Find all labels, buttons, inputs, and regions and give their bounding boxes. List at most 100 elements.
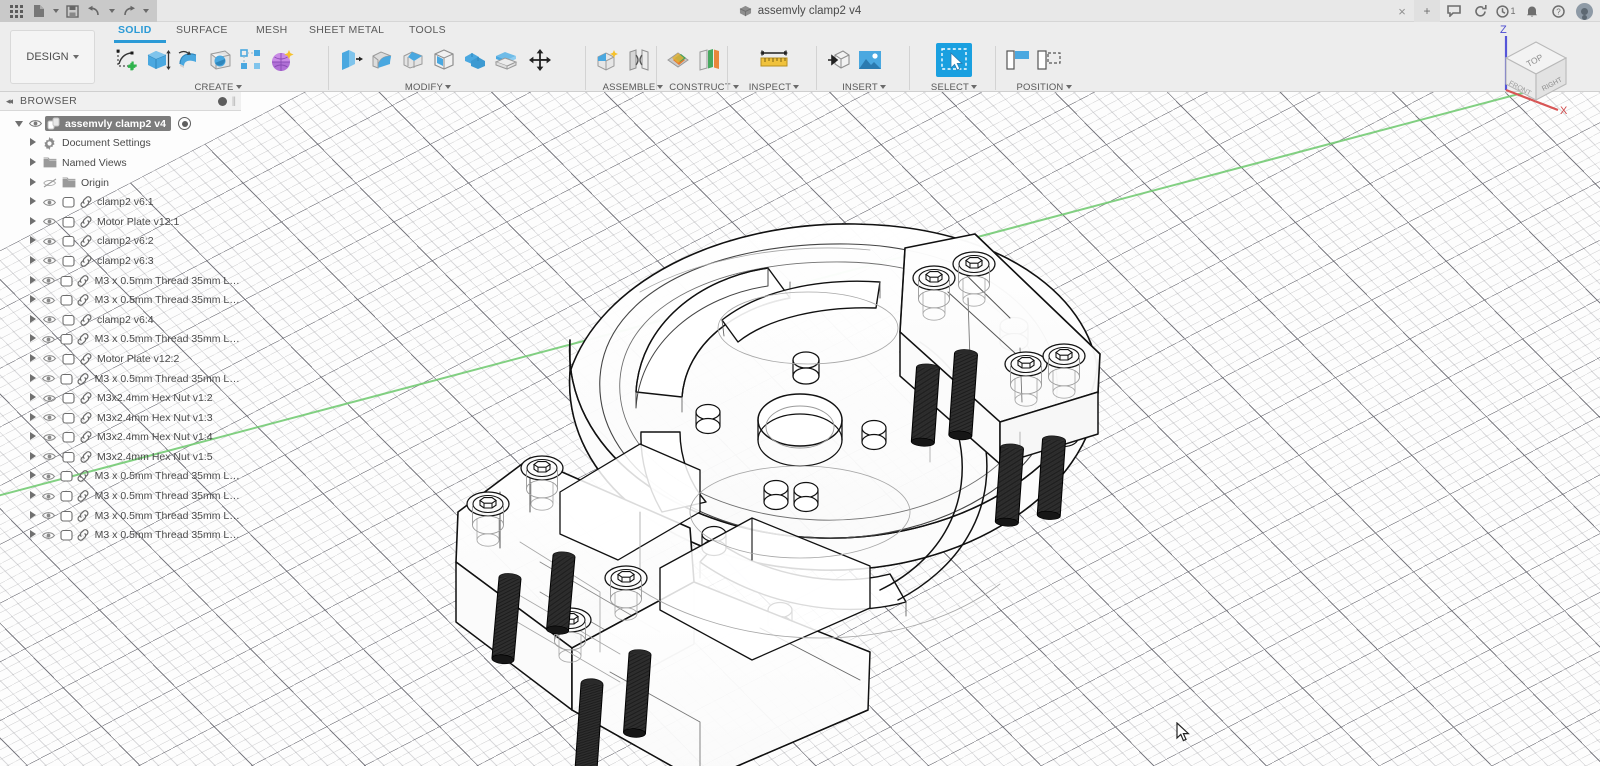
visibility-eye-icon[interactable] — [40, 354, 59, 363]
visibility-eye-icon[interactable] — [40, 335, 58, 344]
form-icon[interactable] — [267, 43, 297, 77]
expand-arrow-icon[interactable] — [26, 158, 40, 168]
expand-arrow-icon[interactable] — [26, 374, 40, 384]
tree-item-12[interactable]: M3 x 0.5mm Thread 35mm LO... — [0, 369, 241, 389]
insert-derive-icon[interactable] — [824, 43, 854, 77]
visibility-eye-icon[interactable] — [40, 394, 59, 403]
group-label-modify[interactable]: MODIFY — [308, 82, 548, 93]
expand-arrow-icon[interactable] — [26, 256, 40, 266]
visibility-eye-off-icon[interactable] — [40, 178, 59, 188]
tab-mesh[interactable]: MESH — [256, 24, 288, 36]
group-label-position[interactable]: POSITION — [1003, 82, 1085, 93]
visibility-eye-icon[interactable] — [40, 256, 59, 265]
select-tool-icon[interactable] — [936, 43, 972, 77]
expand-arrow-icon[interactable] — [26, 138, 40, 148]
tree-item-8[interactable]: M3 x 0.5mm Thread 35mm LO... — [0, 290, 241, 310]
expand-arrow-icon[interactable] — [26, 471, 40, 481]
new-tab-icon[interactable]: + — [1414, 0, 1440, 22]
visibility-eye-icon[interactable] — [40, 217, 59, 226]
expand-arrow-icon[interactable] — [26, 530, 40, 540]
revolve-icon[interactable] — [174, 43, 204, 77]
tree-item-20[interactable]: M3 x 0.5mm Thread 35mm LO... — [0, 525, 241, 545]
joint-icon[interactable] — [624, 43, 654, 77]
tab-sheet-metal[interactable]: SHEET METAL — [309, 24, 384, 36]
expand-arrow-icon[interactable] — [12, 119, 26, 129]
pattern-icon[interactable] — [236, 43, 266, 77]
expand-arrow-icon[interactable] — [26, 217, 40, 227]
group-label-inspect[interactable]: INSPECT — [736, 82, 812, 93]
tab-tools[interactable]: TOOLS — [409, 24, 446, 36]
expand-arrow-icon[interactable] — [26, 197, 40, 207]
align-right-icon[interactable] — [1034, 43, 1064, 77]
close-icon[interactable]: × — [1392, 0, 1412, 22]
new-component-icon[interactable] — [593, 43, 623, 77]
tree-item-13[interactable]: M3x2.4mm Hex Nut v1:2 — [0, 388, 241, 408]
sweep-icon[interactable] — [205, 43, 235, 77]
tree-item-5[interactable]: clamp2 v6:2 — [0, 232, 241, 252]
panel-resize-grip[interactable]: || — [232, 96, 236, 107]
tab-surface[interactable]: SURFACE — [176, 24, 228, 36]
create-sketch-icon[interactable] — [112, 43, 142, 77]
expand-arrow-icon[interactable] — [26, 511, 40, 521]
move-copy-icon[interactable] — [522, 43, 558, 77]
visibility-eye-icon[interactable] — [40, 531, 58, 540]
measure-icon[interactable] — [756, 43, 792, 77]
expand-arrow-icon[interactable] — [26, 178, 40, 188]
tree-item-7[interactable]: M3 x 0.5mm Thread 35mm LO... — [0, 271, 241, 291]
visibility-eye-icon[interactable] — [40, 315, 59, 324]
offset-plane-icon[interactable] — [664, 43, 694, 77]
press-pull-icon[interactable] — [336, 43, 366, 77]
group-label-assemble[interactable]: ASSEMBLE — [593, 82, 673, 93]
visibility-eye-icon[interactable] — [40, 296, 58, 305]
visibility-eye-icon[interactable] — [40, 413, 59, 422]
tree-item-9[interactable]: clamp2 v6:4 — [0, 310, 241, 330]
expand-arrow-icon[interactable] — [26, 295, 40, 305]
expand-arrow-icon[interactable] — [26, 432, 40, 442]
visibility-eye-icon[interactable] — [40, 452, 59, 461]
visibility-eye-icon[interactable] — [40, 472, 58, 481]
visibility-eye-icon[interactable] — [40, 374, 58, 383]
expand-arrow-icon[interactable] — [26, 315, 40, 325]
tree-item-0[interactable]: Document Settings — [0, 134, 241, 154]
expand-arrow-icon[interactable] — [26, 393, 40, 403]
expand-arrow-icon[interactable] — [26, 334, 40, 344]
fillet-icon[interactable] — [367, 43, 397, 77]
tree-item-16[interactable]: M3x2.4mm Hex Nut v1:5 — [0, 447, 241, 467]
extrude-icon[interactable] — [143, 43, 173, 77]
expand-arrow-icon[interactable] — [26, 236, 40, 246]
visibility-eye-icon[interactable] — [40, 237, 59, 246]
tree-root-row[interactable]: assemvly clamp2 v4 — [0, 114, 241, 134]
insert-image-icon[interactable] — [855, 43, 885, 77]
visibility-eye-icon[interactable] — [40, 511, 58, 520]
visibility-eye-icon[interactable] — [40, 276, 58, 285]
activate-component-radio[interactable] — [178, 117, 191, 131]
expand-arrow-icon[interactable] — [26, 354, 40, 364]
chamfer-icon[interactable] — [398, 43, 428, 77]
tree-item-6[interactable]: clamp2 v6:3 — [0, 251, 241, 271]
tree-item-10[interactable]: M3 x 0.5mm Thread 35mm LO... — [0, 330, 241, 350]
group-label-construct[interactable]: CONSTRUCT — [664, 82, 744, 93]
visibility-eye-icon[interactable] — [40, 492, 58, 501]
tab-solid[interactable]: SOLID — [118, 24, 152, 36]
group-label-insert[interactable]: INSERT — [824, 82, 904, 93]
tree-item-17[interactable]: M3 x 0.5mm Thread 35mm LO... — [0, 467, 241, 487]
visibility-eye-icon[interactable] — [26, 119, 45, 128]
tree-item-1[interactable]: Named Views — [0, 153, 241, 173]
expand-arrow-icon[interactable] — [26, 452, 40, 462]
collapse-panel-icon[interactable]: ◂◂ — [6, 96, 13, 107]
combine-icon[interactable] — [460, 43, 490, 77]
visibility-eye-icon[interactable] — [40, 198, 59, 207]
panel-options-icon[interactable] — [217, 96, 227, 106]
shell-icon[interactable] — [429, 43, 459, 77]
workspace-selector[interactable]: DESIGN — [10, 30, 95, 84]
expand-arrow-icon[interactable] — [26, 276, 40, 286]
tree-item-18[interactable]: M3 x 0.5mm Thread 35mm LO... — [0, 486, 241, 506]
axis-plane-icon[interactable] — [695, 43, 725, 77]
visibility-eye-icon[interactable] — [40, 433, 59, 442]
group-label-select[interactable]: SELECT — [918, 82, 990, 93]
tree-item-2[interactable]: Origin — [0, 173, 241, 193]
align-left-icon[interactable] — [1003, 43, 1033, 77]
tree-item-4[interactable]: Motor Plate v12:1 — [0, 212, 241, 232]
expand-arrow-icon[interactable] — [26, 413, 40, 423]
root-component-chip[interactable]: assemvly clamp2 v4 — [45, 116, 171, 132]
